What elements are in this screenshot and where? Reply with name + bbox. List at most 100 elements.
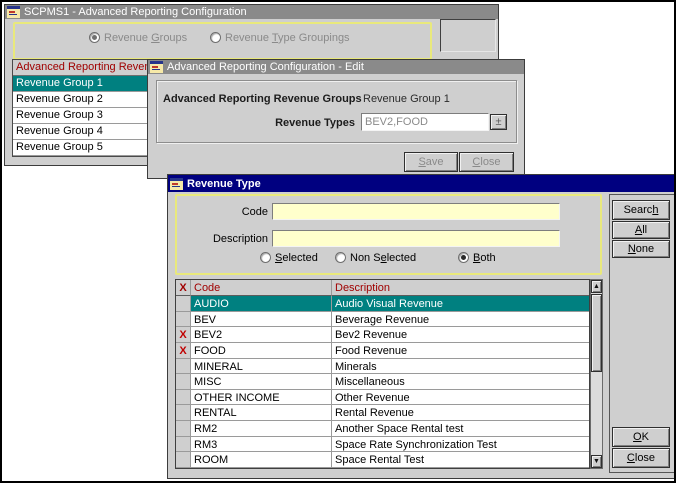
list-item[interactable]: Revenue Group 4 (13, 124, 151, 140)
table-row[interactable]: BEV Beverage Revenue (176, 312, 589, 328)
radio-revenue-type-groupings[interactable] (210, 32, 221, 43)
header-mark: X (176, 280, 191, 296)
description-cell: Rental Revenue (332, 405, 589, 421)
table-scrollbar[interactable]: ▲ ▼ (590, 279, 603, 469)
mark-cell: X (176, 343, 191, 359)
list-item[interactable]: Revenue Group 1 (13, 76, 151, 92)
mark-cell (176, 437, 191, 453)
revenue-types-field[interactable] (361, 113, 489, 131)
mark-cell (176, 359, 191, 375)
radio-selected[interactable] (260, 252, 271, 263)
description-cell: Space Rate Synchronization Test (332, 437, 589, 453)
table-row[interactable]: RM2 Another Space Rental test (176, 421, 589, 437)
save-button[interactable]: Save (404, 152, 458, 172)
description-label: Description (200, 233, 268, 245)
code-cell: AUDIO (191, 296, 332, 312)
list-item[interactable]: Revenue Group 5 (13, 140, 151, 156)
window-title: SCPMS1 - Advanced Reporting Configuratio… (24, 6, 247, 18)
window-icon (7, 6, 20, 18)
radio-both-label: Both (473, 252, 496, 264)
list-item[interactable]: Revenue Group 3 (13, 108, 151, 124)
description-cell: Food Revenue (332, 343, 589, 359)
lov-dropdown-button[interactable]: ± (490, 114, 507, 130)
window-edit: Advanced Reporting Configuration - Edit … (147, 59, 525, 179)
mark-cell (176, 312, 191, 328)
table-row[interactable]: X BEV2 Bev2 Revenue (176, 327, 589, 343)
table-header-row: X Code Description (176, 280, 589, 296)
header-code: Code (191, 280, 332, 296)
table-row[interactable]: OTHER INCOME Other Revenue (176, 390, 589, 406)
description-cell: Other Revenue (332, 390, 589, 406)
code-cell: ROOM (191, 452, 332, 468)
code-cell: MISC (191, 374, 332, 390)
window-icon (170, 178, 183, 190)
mark-cell (176, 421, 191, 437)
window-icon (150, 61, 163, 73)
empty-panel (440, 19, 496, 52)
radio-both[interactable] (458, 252, 469, 263)
close-button[interactable]: Close (612, 448, 670, 468)
edit-groupbox (156, 80, 517, 143)
table-row[interactable]: AUDIO Audio Visual Revenue (176, 296, 589, 312)
close-button[interactable]: Close (459, 152, 514, 172)
table-row[interactable]: MINERAL Minerals (176, 359, 589, 375)
mark-cell (176, 374, 191, 390)
description-cell: Another Space Rental test (332, 421, 589, 437)
radio-revenue-groups-label: Revenue Groups (104, 32, 187, 44)
scroll-up-icon[interactable]: ▲ (591, 280, 602, 293)
filter-frame (13, 22, 432, 60)
mark-cell (176, 390, 191, 406)
table-row[interactable]: RENTAL Rental Revenue (176, 405, 589, 421)
description-cell: Minerals (332, 359, 589, 375)
revenue-groups-label: Advanced Reporting Revenue Groups (163, 93, 355, 105)
code-label: Code (200, 206, 268, 218)
list-item[interactable]: Revenue Group 2 (13, 92, 151, 108)
code-cell: RENTAL (191, 405, 332, 421)
scroll-down-icon[interactable]: ▼ (591, 455, 602, 468)
window-title: Advanced Reporting Configuration - Edit (167, 61, 364, 73)
description-cell: Space Rental Test (332, 452, 589, 468)
description-cell: Bev2 Revenue (332, 327, 589, 343)
description-input[interactable] (272, 230, 560, 247)
scrollbar-thumb[interactable] (591, 294, 602, 372)
titlebar-edit[interactable]: Advanced Reporting Configuration - Edit (148, 60, 524, 74)
revenue-type-table: X Code Description AUDIO Audio Visual Re… (175, 279, 590, 469)
none-button[interactable]: None (612, 240, 670, 258)
ok-button[interactable]: OK (612, 427, 670, 447)
header-description: Description (332, 280, 589, 296)
mark-cell (176, 296, 191, 312)
table-row[interactable]: X FOOD Food Revenue (176, 343, 589, 359)
search-button[interactable]: Search (612, 200, 670, 220)
window-revenue-type: Revenue Type Code Description Selected N… (167, 174, 676, 479)
table-row[interactable]: MISC Miscellaneous (176, 374, 589, 390)
mark-cell (176, 452, 191, 468)
code-input[interactable] (272, 203, 560, 220)
code-cell: BEV (191, 312, 332, 328)
description-cell: Beverage Revenue (332, 312, 589, 328)
radio-revenue-type-groupings-label: Revenue Type Groupings (225, 32, 350, 44)
radio-non-selected[interactable] (335, 252, 346, 263)
revenue-groups-value: Revenue Group 1 (363, 93, 450, 105)
description-cell: Audio Visual Revenue (332, 296, 589, 312)
all-button[interactable]: All (612, 221, 670, 239)
revenue-groups-list-header: Advanced Reporting Revenue Gr (13, 60, 151, 76)
radio-non-selected-label: Non Selected (350, 252, 416, 264)
table-row[interactable]: RM3 Space Rate Synchronization Test (176, 437, 589, 453)
code-cell: MINERAL (191, 359, 332, 375)
titlebar-revenue-type[interactable]: Revenue Type (168, 175, 675, 192)
radio-revenue-groups[interactable] (89, 32, 100, 43)
code-cell: BEV2 (191, 327, 332, 343)
code-cell: RM3 (191, 437, 332, 453)
description-cell: Miscellaneous (332, 374, 589, 390)
revenue-types-label: Revenue Types (163, 117, 355, 129)
code-cell: RM2 (191, 421, 332, 437)
application-screen: SCPMS1 - Advanced Reporting Configuratio… (0, 0, 676, 483)
code-cell: OTHER INCOME (191, 390, 332, 406)
code-cell: FOOD (191, 343, 332, 359)
table-row[interactable]: ROOM Space Rental Test (176, 452, 589, 468)
radio-selected-label: Selected (275, 252, 318, 264)
titlebar-scpms1[interactable]: SCPMS1 - Advanced Reporting Configuratio… (5, 5, 498, 19)
mark-cell: X (176, 327, 191, 343)
window-title: Revenue Type (187, 178, 261, 190)
mark-cell (176, 405, 191, 421)
